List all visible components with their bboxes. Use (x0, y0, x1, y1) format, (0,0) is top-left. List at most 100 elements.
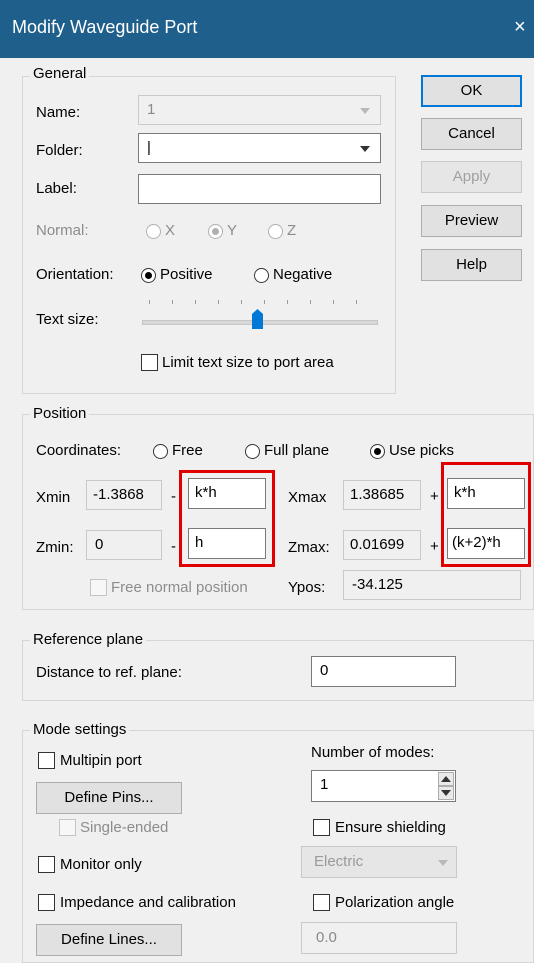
ypos-label: Ypos: (288, 579, 326, 596)
slider-tick (264, 300, 265, 304)
normal-y-label: Y (227, 222, 238, 239)
num-modes-value[interactable]: 1 (320, 776, 328, 793)
slider-tick (195, 300, 196, 304)
zmax-field: 0.01699 (343, 530, 421, 560)
textsize-slider[interactable] (142, 300, 378, 330)
ypos-field: -34.125 (343, 570, 521, 600)
impedance-label[interactable]: Impedance and calibration (60, 894, 236, 911)
ok-button[interactable]: OK (421, 75, 522, 107)
limit-text-checkbox[interactable] (141, 354, 158, 371)
general-group-title: General (30, 65, 90, 82)
polarization-value: 0.0 (316, 929, 337, 946)
orientation-positive-radio[interactable] (141, 268, 156, 283)
xmax-offset-value[interactable]: k*h (454, 484, 476, 501)
zmin-sign: - (171, 538, 176, 555)
reference-group-title: Reference plane (30, 631, 147, 648)
orientation-negative-label[interactable]: Negative (273, 266, 332, 283)
num-modes-spinner[interactable]: 1 (311, 770, 456, 802)
shielding-value: Electric (314, 853, 364, 870)
polarization-label[interactable]: Polarization angle (335, 894, 454, 911)
impedance-checkbox[interactable] (38, 894, 55, 911)
normal-y-radio (208, 224, 223, 239)
zmax-sign: + (430, 538, 439, 555)
chevron-down-icon (360, 108, 370, 114)
distance-label: Distance to ref. plane: (36, 664, 182, 681)
coord-fullplane-radio[interactable] (245, 444, 260, 459)
xmax-label: Xmax (288, 489, 327, 506)
position-group-title: Position (30, 405, 90, 422)
xmin-label: Xmin (36, 489, 71, 506)
cancel-button[interactable]: Cancel (421, 118, 522, 150)
preview-button[interactable]: Preview (421, 205, 522, 237)
orientation-label: Orientation: (36, 266, 114, 283)
distance-value[interactable]: 0 (320, 662, 328, 679)
zmin-offset-input[interactable]: h (188, 528, 266, 559)
free-normal-checkbox (90, 579, 107, 596)
window-title: Modify Waveguide Port (12, 17, 198, 37)
chevron-down-icon[interactable] (360, 146, 370, 152)
normal-z-label: Z (287, 222, 297, 239)
help-button[interactable]: Help (421, 249, 522, 281)
apply-button[interactable]: Apply (421, 161, 522, 193)
xmin-value: -1.3868 (93, 486, 144, 503)
ensure-shielding-label[interactable]: Ensure shielding (335, 819, 446, 836)
arrow-up-icon (441, 776, 451, 782)
multipin-checkbox[interactable] (38, 752, 55, 769)
slider-tick (310, 300, 311, 304)
xmin-field: -1.3868 (86, 480, 162, 510)
slider-tick (172, 300, 173, 304)
monitor-only-label[interactable]: Monitor only (60, 856, 142, 873)
limit-text-label[interactable]: Limit text size to port area (162, 354, 334, 371)
coord-usepicks-label[interactable]: Use picks (389, 442, 454, 459)
close-icon[interactable]: × (514, 16, 526, 39)
slider-tick (333, 300, 334, 304)
arrow-down-icon (441, 790, 451, 796)
mode-group-title: Mode settings (30, 721, 130, 738)
coord-usepicks-radio[interactable] (370, 444, 385, 459)
coord-fullplane-label[interactable]: Full plane (264, 442, 329, 459)
ensure-shielding-checkbox[interactable] (313, 819, 330, 836)
polarization-checkbox[interactable] (313, 894, 330, 911)
multipin-label[interactable]: Multipin port (60, 752, 142, 769)
slider-tick (356, 300, 357, 304)
slider-thumb[interactable] (252, 309, 263, 329)
xmax-value: 1.38685 (350, 486, 405, 503)
orientation-positive-label[interactable]: Positive (160, 266, 213, 283)
xmin-offset-input[interactable]: k*h (188, 478, 266, 509)
ypos-value: -34.125 (352, 576, 403, 593)
xmax-sign: + (430, 488, 439, 505)
monitor-only-checkbox[interactable] (38, 856, 55, 873)
spinner-down-button[interactable] (438, 786, 454, 800)
num-modes-label: Number of modes: (311, 744, 435, 761)
single-ended-checkbox (59, 819, 76, 836)
xmax-field: 1.38685 (343, 480, 421, 510)
zmax-offset-input[interactable]: (k+2)*h (447, 528, 525, 559)
chevron-down-icon (438, 860, 448, 866)
coord-free-label[interactable]: Free (172, 442, 203, 459)
zmax-value: 0.01699 (350, 536, 405, 553)
normal-x-radio (146, 224, 161, 239)
xmax-offset-input[interactable]: k*h (447, 478, 525, 509)
define-lines-button[interactable]: Define Lines... (36, 924, 182, 956)
xmin-offset-value[interactable]: k*h (195, 484, 217, 501)
distance-input[interactable]: 0 (311, 656, 456, 687)
normal-label: Normal: (36, 222, 89, 239)
label-input[interactable] (138, 174, 381, 204)
folder-value[interactable]: | (147, 139, 151, 156)
normal-x-label: X (165, 222, 176, 239)
folder-label: Folder: (36, 142, 83, 159)
coordinates-label: Coordinates: (36, 442, 122, 459)
zmin-offset-value[interactable]: h (195, 534, 203, 551)
zmax-offset-value[interactable]: (k+2)*h (452, 534, 501, 551)
orientation-negative-radio[interactable] (254, 268, 269, 283)
zmax-label: Zmax: (288, 539, 330, 556)
slider-tick (287, 300, 288, 304)
define-pins-button[interactable]: Define Pins... (36, 782, 182, 814)
slider-tick (218, 300, 219, 304)
zmin-label: Zmin: (36, 539, 74, 556)
spinner-up-button[interactable] (438, 772, 454, 786)
coord-free-radio[interactable] (153, 444, 168, 459)
name-value: 1 (147, 101, 156, 118)
folder-select[interactable]: | (138, 133, 381, 163)
polarization-input: 0.0 (301, 922, 457, 954)
